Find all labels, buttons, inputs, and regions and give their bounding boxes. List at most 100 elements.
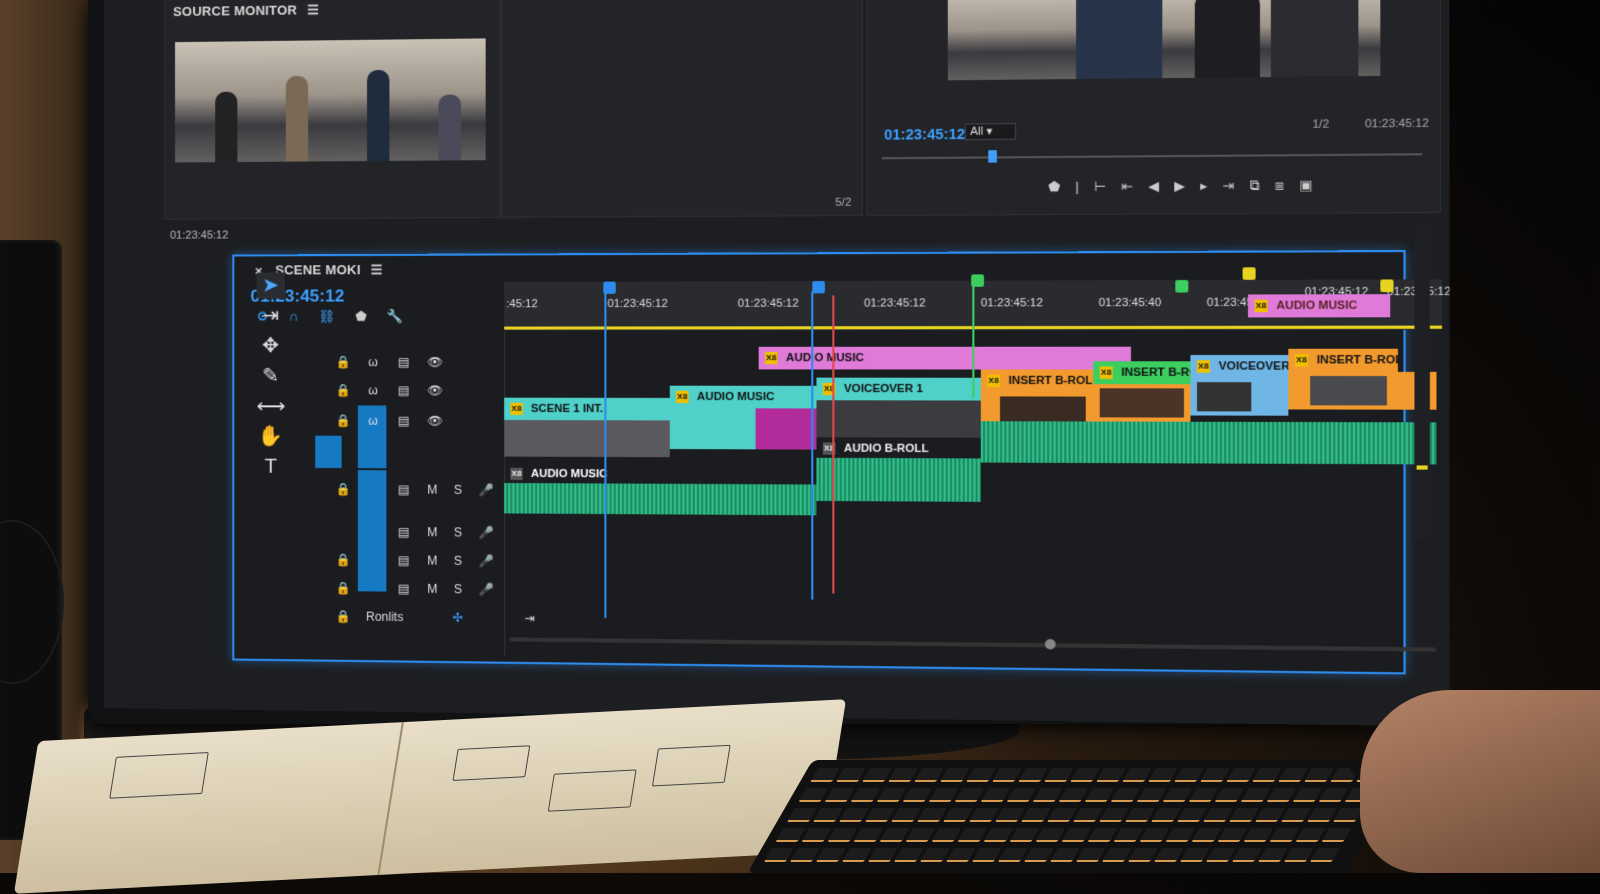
output-icon[interactable]: ▤ [397,582,411,596]
mute-button[interactable]: M [427,525,437,539]
output-icon[interactable]: ▤ [397,482,411,496]
resolution-select[interactable]: 1/2 [1312,118,1329,131]
snap-icon[interactable]: ∩ [289,309,298,325]
playhead[interactable] [832,295,834,593]
solo-button[interactable]: S [454,582,462,596]
clip-audio-music-v2[interactable]: X8 AUDIO MUSIC [670,386,817,409]
keyboard-key [1232,848,1262,862]
microphone-icon[interactable]: 🎤 [478,554,492,568]
end-icon[interactable]: ⇥ [522,611,536,625]
solo-button[interactable]: S [454,483,462,497]
microphone-icon[interactable]: 🎤 [478,483,492,497]
clip-voiceover-2[interactable]: X8VOICEOVER 1 [1190,355,1288,378]
hamburger-icon[interactable]: ☰ [371,262,383,277]
timeline-marker[interactable] [812,281,825,293]
keyboard-key [1304,768,1334,782]
add-marker-icon[interactable]: ⬟ [355,309,367,325]
mute-button[interactable]: M [427,483,437,497]
clip-voiceover-1[interactable]: X8 VOICEOVER 1 [816,378,980,401]
hamburger-icon[interactable]: ☰ [307,2,319,17]
keyboard-key [1035,828,1065,842]
lock-icon[interactable]: 🔒 [336,553,350,567]
mix-icon[interactable]: ✣ [450,610,464,624]
keyboard-key [894,848,924,862]
step-back-icon[interactable]: ◀ [1148,178,1159,195]
output-icon[interactable]: ▤ [397,355,411,369]
output-icon[interactable]: ▤ [397,414,411,428]
insert-icon[interactable]: ⧉ [1250,177,1260,194]
output-icon[interactable]: ▤ [397,525,411,539]
timeline-marker[interactable] [1175,280,1188,293]
microphone-icon[interactable]: 🎤 [478,525,492,539]
clip-audio-music-v4[interactable]: X8 AUDIO MUSIC [1248,294,1390,317]
clip-insert-broll-2-body [1093,384,1190,422]
linked-selection-icon[interactable]: ⛓ [318,309,335,325]
clip-insert-broll-3[interactable]: X8 INSERT B-ROLL [1288,349,1398,372]
step-forward-icon[interactable]: ▸ [1200,178,1207,195]
output-icon[interactable]: ▤ [397,383,411,397]
timeline-marker[interactable] [1380,279,1393,292]
play-icon[interactable]: ▶ [1174,178,1185,195]
output-icon[interactable]: ▤ [397,553,411,567]
out-point-icon[interactable]: ⊢ [1094,178,1106,195]
selection-tool-icon[interactable]: ➤ [257,272,285,298]
vertical-scrollbar[interactable] [1414,224,1429,539]
keyboard-key [983,828,1013,842]
clip-scene-1[interactable]: X8 SCENE 1 INT. [504,398,670,421]
timeline-marker[interactable] [1243,267,1256,280]
lock-icon[interactable]: 🔒 [336,581,350,595]
solo-button[interactable]: S [454,554,462,568]
keyboard-key [1151,808,1181,822]
keyboard-key [1018,768,1048,782]
keyboard-key [1122,768,1152,782]
keyboard-key [1165,828,1195,842]
go-to-in-icon[interactable]: ⇤ [1121,178,1133,195]
eye-icon[interactable]: 👁 [427,355,441,369]
type-tool-icon[interactable]: T [257,454,285,480]
zoom-select[interactable]: All ▾ [965,123,1016,140]
lock-icon[interactable]: 🔒 [336,383,350,397]
keyboard-key [998,848,1028,862]
keyboard-key [1321,828,1351,842]
sync-icon[interactable]: ω [366,355,380,369]
keyboard-key [1278,768,1308,782]
clip-audio-music-v3[interactable]: X8 AUDIO MUSIC [759,347,1131,370]
lock-icon[interactable]: 🔒 [336,414,350,428]
microphone-icon[interactable]: 🎤 [478,582,492,596]
keyboard-key [940,768,970,782]
razor-tool-icon[interactable]: ✎ [257,363,285,389]
in-point-line[interactable] [604,292,606,618]
sync-icon[interactable]: ω [366,414,380,428]
slip-tool-icon[interactable]: ⟷ [257,393,285,419]
source-timecode: 01:23:45:12 [170,229,228,241]
overwrite-icon[interactable]: ⧈ [1275,177,1284,194]
marker-icon[interactable]: ⬟ [1048,179,1060,196]
program-playhead[interactable] [988,150,997,162]
lock-icon[interactable]: 🔒 [336,355,350,369]
keyboard-key [879,828,909,842]
go-to-out-icon[interactable]: ⇥ [1222,178,1234,195]
source-patch-v1[interactable] [315,436,341,468]
lock-icon[interactable]: 🔒 [336,609,350,623]
mute-button[interactable]: M [427,582,437,596]
export-frame-icon[interactable]: ▣ [1299,177,1312,194]
clip-insert-broll-2[interactable]: X8 INSERT B-ROLL [1093,361,1190,384]
ripple-edit-tool-icon[interactable]: ✥ [257,333,285,359]
solo-button[interactable]: S [454,525,462,539]
eye-icon[interactable]: 👁 [427,414,441,428]
hand-tool-icon[interactable]: ✋ [257,423,285,449]
sync-icon[interactable]: ω [366,383,380,397]
keyboard-key [1292,788,1322,802]
eye-icon[interactable]: 👁 [427,383,441,397]
keyboard-key [1240,788,1270,802]
mute-button[interactable]: M [427,553,437,567]
scroll-handle[interactable] [1045,639,1056,649]
track-select-tool-icon[interactable]: ⇥ [257,303,285,329]
clip-insert-broll-1[interactable]: X8 INSERT B-ROLL [981,370,1093,393]
lock-icon[interactable]: 🔒 [336,482,350,496]
settings-wrench-icon[interactable]: 🔧 [387,308,404,324]
in-point-icon[interactable]: | [1075,179,1079,196]
program-scrubber[interactable] [882,153,1422,159]
horizontal-scrollbar[interactable] [509,637,1436,651]
out-point-line[interactable] [811,291,813,599]
